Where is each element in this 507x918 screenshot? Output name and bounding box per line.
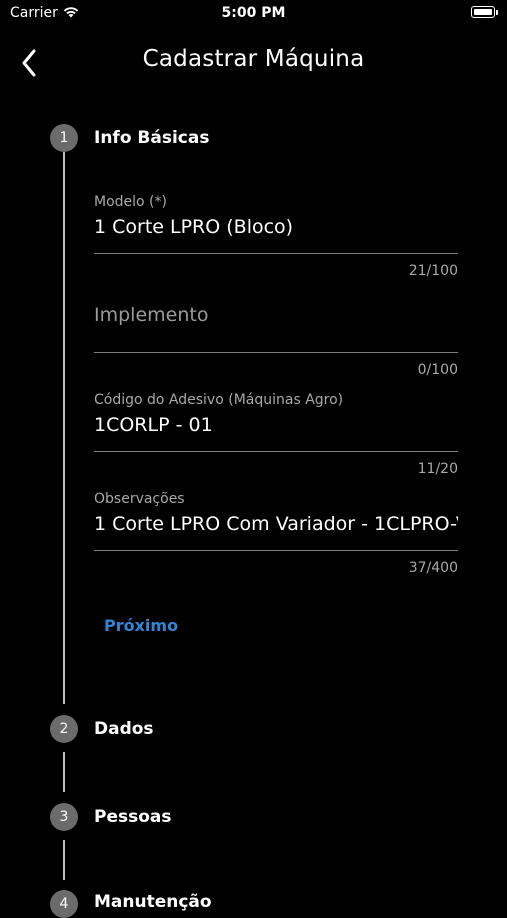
observacoes-field[interactable]: Observações 1 Corte LPRO Com Variador - … — [94, 491, 458, 581]
codigo-adesivo-char-counter: 11/20 — [417, 461, 458, 477]
modelo-underline — [94, 253, 458, 254]
codigo-adesivo-label: Código do Adesivo (Máquinas Agro) — [94, 392, 344, 408]
codigo-adesivo-field[interactable]: Código do Adesivo (Máquinas Agro) 1CORLP… — [94, 392, 458, 482]
observacoes-input[interactable]: 1 Corte LPRO Com Variador - 1CLPRO-V — [94, 513, 458, 535]
codigo-adesivo-input[interactable]: 1CORLP - 01 — [94, 414, 458, 436]
stepper-connector — [63, 152, 65, 704]
modelo-input[interactable]: 1 Corte LPRO (Bloco) — [94, 216, 458, 238]
step-number-circle[interactable]: 3 — [50, 803, 78, 831]
stepper-connector — [63, 840, 65, 880]
battery-icon — [471, 6, 498, 18]
status-bar: Carrier 5:00 PM — [0, 0, 507, 28]
next-button[interactable]: Próximo — [104, 616, 178, 635]
observacoes-label: Observações — [94, 491, 185, 507]
step-number-circle[interactable]: 2 — [50, 715, 78, 743]
step-label-info-basicas[interactable]: Info Básicas — [94, 128, 209, 148]
step-label-pessoas[interactable]: Pessoas — [94, 807, 172, 827]
observacoes-char-counter: 37/400 — [408, 560, 458, 576]
step-number-circle[interactable]: 1 — [50, 124, 78, 152]
step-label-manutencao[interactable]: Manutenção — [94, 892, 212, 912]
implemento-input[interactable]: Implemento — [94, 304, 208, 326]
observacoes-underline — [94, 550, 458, 551]
stepper-connector — [63, 752, 65, 792]
page-title: Cadastrar Máquina — [142, 46, 365, 72]
implemento-char-counter: 0/100 — [417, 362, 458, 378]
modelo-char-counter: 21/100 — [408, 263, 458, 279]
step-label-dados[interactable]: Dados — [94, 719, 154, 739]
clock: 5:00 PM — [221, 5, 286, 21]
navigation-bar: Cadastrar Máquina — [0, 40, 507, 80]
modelo-label: Modelo (*) — [94, 194, 167, 210]
step-number-circle[interactable]: 4 — [50, 890, 78, 918]
modelo-field[interactable]: Modelo (*) 1 Corte LPRO (Bloco) 21/100 — [94, 194, 458, 284]
implemento-field[interactable]: Implemento 0/100 — [94, 304, 458, 384]
implemento-underline — [94, 352, 458, 353]
codigo-adesivo-underline — [94, 451, 458, 452]
